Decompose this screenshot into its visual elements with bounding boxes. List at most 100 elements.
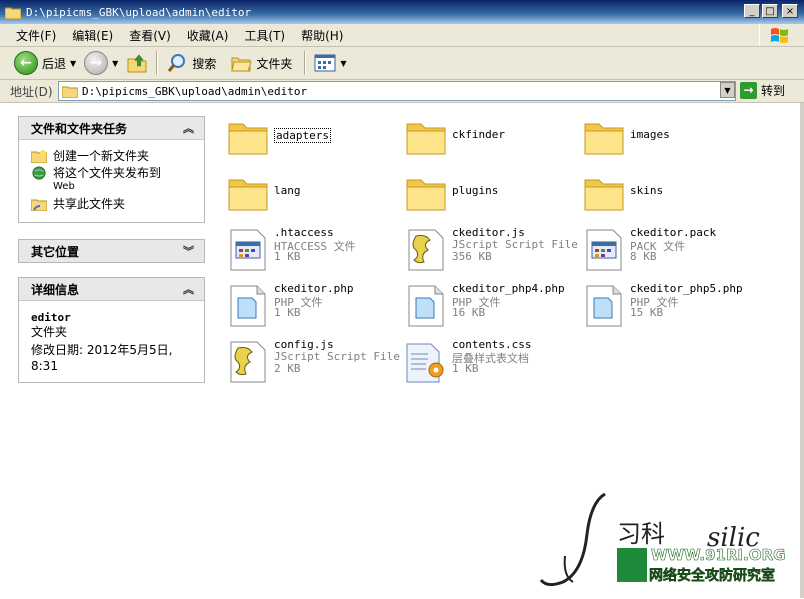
go-label: 转到 [761,83,786,98]
other-places-pane: 其它位置 ︾ [18,239,205,263]
details-pane: 详细信息 ︽ editor 文件夹 修改日期: 2012年5月5日, 8:31 [18,277,205,383]
folder-icon [406,179,446,211]
menu-view[interactable]: 查看(V) [121,27,179,44]
file-item[interactable]: ckeditor_php4.php PHP 文件 16 KB [404,280,580,330]
folder-item[interactable]: skins [582,168,758,218]
views-dropdown-icon[interactable]: ▼ [340,59,346,68]
detail-name: editor [31,311,71,324]
folder-item[interactable]: plugins [404,168,580,218]
file-item[interactable]: ckeditor.php PHP 文件 1 KB [226,280,402,330]
menu-edit[interactable]: 编辑(E) [64,27,121,44]
file-name: ckfinder [452,128,505,141]
folders-icon [231,57,253,72]
window-edge [800,103,804,598]
file-item[interactable]: ckeditor.pack PACK 文件 8 KB [582,224,758,274]
file-name: plugins [452,184,499,197]
other-places-header[interactable]: 其它位置 ︾ [19,240,204,262]
back-arrow-icon: ← [14,51,38,75]
detail-modified: 修改日期: 2012年5月5日, [31,343,173,357]
maximize-button[interactable]: □ [762,4,778,18]
expand-icon[interactable]: ︾ [183,243,194,259]
task-publish-web[interactable]: 将这个文件夹发布到 Web [31,166,192,194]
file-size: 1 KB [274,306,301,319]
file-item[interactable]: .htaccess HTACCESS 文件 1 KB [226,224,402,274]
file-size: 8 KB [630,250,657,263]
menu-file[interactable]: 文件(F) [0,27,64,44]
windows-logo-icon [759,24,800,46]
toolbar-separator [304,51,307,75]
file-name: images [630,128,670,141]
collapse-icon[interactable]: ︽ [183,281,194,297]
task-publish-web-label: 将这个文件夹发布到 [53,166,162,180]
file-name: lang [274,184,301,197]
address-bar: 地址(D) D:\pipicms_GBK\upload\admin\editor… [0,80,804,103]
file-size: 1 KB [274,250,301,263]
folder-item[interactable]: images [582,112,758,162]
folders-label: 文件夹 [256,56,293,71]
folder-item[interactable]: lang [226,168,402,218]
menu-favorites[interactable]: 收藏(A) [179,27,237,44]
menu-help[interactable]: 帮助(H) [293,27,351,44]
generic-file-icon [586,229,622,271]
detail-kind: 文件夹 [31,325,68,339]
go-arrow-icon: → [740,81,757,99]
task-share-folder[interactable]: 共享此文件夹 [31,197,192,211]
file-size: 356 KB [452,250,492,263]
back-button[interactable]: ← 后退 ▼ [10,49,80,77]
php-file-icon [230,285,266,327]
back-dropdown-icon[interactable]: ▼ [70,59,76,68]
forward-button[interactable]: → ▼ [80,49,122,77]
search-icon [168,54,186,72]
address-input[interactable]: D:\pipicms_GBK\upload\admin\editor ▼ [58,81,736,101]
folder-item[interactable]: adapters [226,112,402,162]
script-file-icon [230,341,266,383]
toolbar: ← 后退 ▼ → ▼ 搜索 文件夹 ▼ [0,47,804,80]
php-file-icon [408,285,444,327]
forward-dropdown-icon[interactable]: ▼ [112,59,118,68]
task-new-folder[interactable]: 创建一个新文件夹 [31,149,192,163]
css-file-icon [406,343,444,383]
forward-arrow-icon: → [84,51,109,75]
tasks-pane-title: 文件和文件夹任务 [31,121,128,136]
watermark-logo: 习科 silic WWW.91RI.ORG 网络安全攻防研究室 [539,492,786,587]
minimize-button[interactable]: _ [744,4,760,18]
menu-tools[interactable]: 工具(T) [236,27,293,44]
file-item[interactable]: contents.css 层叠样式表文档 1 KB [404,336,580,386]
menu-bar: 文件(F) 编辑(E) 查看(V) 收藏(A) 工具(T) 帮助(H) [0,24,804,47]
watermark-cn-bottom: 网络安全攻防研究室 [649,567,775,584]
toolbar-separator [156,51,159,75]
folder-icon [5,7,21,19]
go-button[interactable]: → 转到 [740,81,785,99]
collapse-icon[interactable]: ︽ [183,120,194,136]
file-size: 16 KB [452,306,486,319]
script-file-icon [408,229,444,271]
file-item[interactable]: config.js JScript Script File 2 KB [226,336,402,386]
file-name: skins [630,184,664,197]
address-dropdown-icon[interactable]: ▼ [720,82,735,98]
search-button[interactable]: 搜索 [162,49,220,77]
address-label: 地址(D) [10,84,53,99]
tasks-pane: 文件和文件夹任务 ︽ 创建一个新文件夹 将这个文件夹发布到 Web 共享此文件夹 [18,116,205,223]
up-button[interactable] [122,49,152,77]
file-item[interactable]: ckeditor.js JScript Script File 356 KB [404,224,580,274]
details-pane-title: 详细信息 [31,282,80,297]
folder-icon [228,179,268,211]
folder-icon [228,123,268,155]
folder-icon [62,86,78,98]
file-item[interactable]: ckeditor_php5.php PHP 文件 15 KB [582,280,758,330]
globe-icon [32,166,46,180]
folder-icon [584,179,624,211]
file-name: adapters [274,128,331,143]
close-button[interactable]: × [782,4,798,18]
tasks-pane-header[interactable]: 文件和文件夹任务 ︽ [19,117,204,140]
file-size: 2 KB [274,362,301,375]
folders-button[interactable]: 文件夹 [226,49,296,77]
search-label: 搜索 [192,56,217,71]
details-pane-header[interactable]: 详细信息 ︽ [19,278,204,301]
address-value: D:\pipicms_GBK\upload\admin\editor [82,84,308,98]
detail-modified-time: 8:31 [31,359,58,373]
task-new-folder-label: 创建一个新文件夹 [53,149,150,163]
other-places-title: 其它位置 [31,244,80,259]
folder-item[interactable]: ckfinder [404,112,580,162]
views-button[interactable]: ▼ [310,49,350,77]
